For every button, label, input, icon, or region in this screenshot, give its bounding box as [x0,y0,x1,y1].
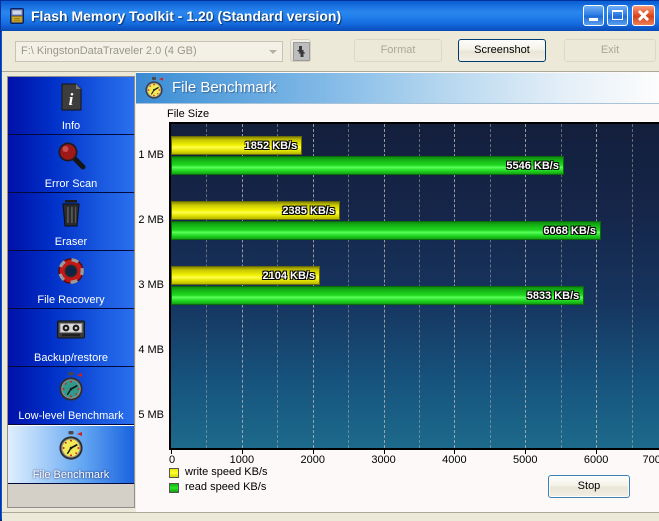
chart-ytick-label: 4 MB [138,343,164,356]
chart-bar-group: 2104 KB/s 5833 KB/s [171,266,659,306]
minimize-button[interactable] [583,5,604,26]
chart-bar-read: 5546 KB/s [171,156,564,176]
chart-bar-value: 1852 KB/s [244,140,298,153]
chart-ytick-label: 1 MB [138,149,164,162]
content-panel: File Benchmark File Size 1852 KB/s 5546 K… [136,72,659,512]
chart-bar-value: 6068 KB/s [543,225,596,238]
flash-drive-icon [8,7,26,25]
chart-bar-group [171,331,659,371]
chart-bar-value: 2104 KB/s [262,270,316,282]
legend-swatch-write [169,468,179,478]
sidebar-item-label: Backup/restore [34,352,108,364]
chart-bar-group [171,396,659,436]
svg-text:i: i [69,90,74,109]
sidebar-item-error-scan[interactable]: Error Scan [8,135,134,193]
close-icon [633,6,654,25]
trash-bin-icon [55,197,87,229]
chart-xtick-label: 2000 [300,454,325,466]
chart-xtick-label: 3000 [371,454,396,466]
chart-bar-group: 1852 KB/s 5546 KB/s [171,136,659,176]
minimize-icon [589,18,598,21]
body-area: i Info Error Scan Eraser File Recovery Backup… [2,72,659,512]
stopwatch-teal-icon [55,371,87,403]
chart-ytick-label: 3 MB [138,279,164,291]
chart-xtick-label: 0 [169,454,176,466]
chart-xtick-label: 1000 [229,454,255,466]
magnifier-icon [55,139,87,171]
screenshot-button[interactable]: Screenshot [458,39,546,62]
refresh-icon [293,42,310,61]
chart-bar-value: 2385 KB/s [282,205,335,218]
format-button[interactable]: Format [354,39,442,62]
sidebar-item-info[interactable]: i Info [8,77,134,135]
device-select-value: F:\ KingstonDataTraveler 2.0 (4 GB) [21,45,197,57]
info-document-icon: i [55,81,87,113]
chart-bar-read: 5833 KB/s [171,286,585,305]
stop-button[interactable]: Stop [548,475,630,498]
chart-plot-area: 1852 KB/s 5546 KB/s 2385 KB/s 6068 KB/s 2104… [169,122,659,450]
legend-label: read speed KB/s [185,481,267,493]
sidebar-item-label: File Benchmark [32,469,110,481]
chart-xtick-label: 5000 [513,454,538,466]
toolbar: F:\ KingstonDataTraveler 2.0 (4 GB) Form… [2,31,659,72]
stopwatch-yellow-icon [55,430,87,462]
sidebar-item-file-recovery[interactable]: File Recovery [8,251,134,309]
chevron-down-icon [264,43,281,60]
sidebar: i Info Error Scan Eraser File Recovery Backup… [7,76,135,508]
axis-title-filesize: File Size [167,108,210,120]
benchmark-chart: 1852 KB/s 5546 KB/s 2385 KB/s 6068 KB/s 2104… [138,122,659,466]
chart-bar-read: 6068 KB/s [171,221,601,241]
sidebar-item-low-level-benchmark[interactable]: Low-level Benchmark [8,367,134,425]
sidebar-item-file-benchmark[interactable]: File Benchmark [8,425,134,484]
chart-xtick-label: 4000 [442,454,467,466]
sidebar-item-label: Info [61,120,81,132]
close-button[interactable] [632,5,655,26]
lifebuoy-icon [55,255,87,287]
sidebar-item-label: Low-level Benchmark [18,410,124,422]
legend-swatch-read [169,483,179,493]
chart-bar-value: 5833 KB/s [526,290,580,302]
sidebar-item-backup-restore[interactable]: Backup/restore [8,309,134,367]
maximize-icon [612,10,623,20]
chart-xtick-label: 7000 [642,454,659,466]
chart-bar-value: 5546 KB/s [506,160,559,173]
sidebar-item-label: File Recovery [37,294,105,306]
legend-label: write speed KB/s [185,466,268,478]
sidebar-item-label: Eraser [54,236,88,248]
window-title: Flash Memory Toolkit - 1.20 (Standard ve… [31,8,342,24]
chart-bar-write: 1852 KB/s [171,136,303,156]
cassette-tape-icon [55,313,87,345]
application-window: Flash Memory Toolkit - 1.20 (Standard ve… [0,0,659,521]
chart-bar-group: 2385 KB/s 6068 KB/s [171,201,659,241]
chart-ytick-label: 5 MB [138,408,164,421]
chart-ytick-label: 2 MB [138,214,164,227]
sidebar-item-label: Error Scan [44,178,98,190]
panel-header: File Benchmark [136,73,659,104]
page-title: File Benchmark [172,79,277,96]
chart-bar-write: 2385 KB/s [171,201,340,221]
stopwatch-yellow-icon [142,76,166,100]
maximize-button[interactable] [607,5,628,26]
chart-bar-write: 2104 KB/s [171,266,321,285]
refresh-devices-button[interactable] [290,39,311,62]
exit-button[interactable]: Exit [564,39,656,62]
sidebar-item-eraser[interactable]: Eraser [8,193,134,251]
device-select[interactable]: F:\ KingstonDataTraveler 2.0 (4 GB) [15,41,283,62]
title-bar: Flash Memory Toolkit - 1.20 (Standard ve… [1,1,659,32]
chart-xtick-label: 6000 [583,454,609,466]
